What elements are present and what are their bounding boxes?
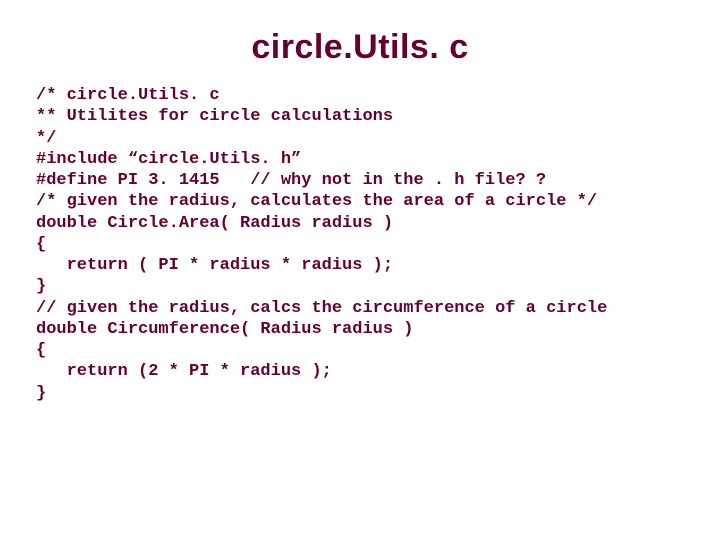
code-block-header: /* circle.Utils. c ** Utilites for circl… bbox=[36, 85, 684, 191]
slide: circle.Utils. c /* circle.Utils. c ** Ut… bbox=[0, 0, 720, 540]
code-block-circumference: // given the radius, calcs the circumfer… bbox=[36, 298, 684, 404]
slide-title: circle.Utils. c bbox=[36, 28, 684, 67]
code-block-area: /* given the radius, calculates the area… bbox=[36, 191, 684, 297]
